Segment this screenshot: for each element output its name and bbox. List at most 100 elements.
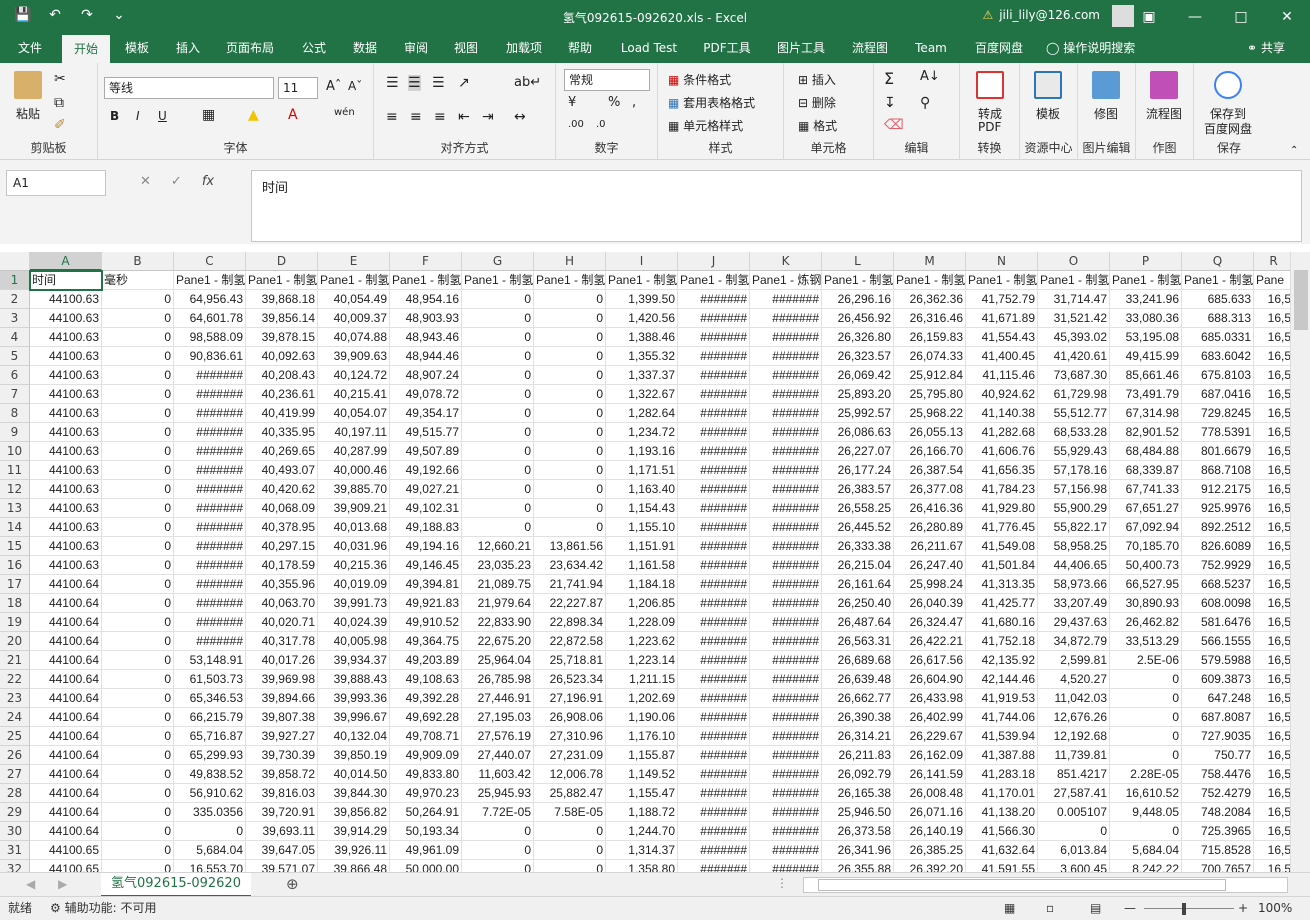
cell-b8[interactable]: 0: [102, 404, 174, 423]
cell-i17[interactable]: 1,184.18: [606, 575, 678, 594]
cell-f10[interactable]: 49,507.89: [390, 442, 462, 461]
cell-f7[interactable]: 49,078.72: [390, 385, 462, 404]
cell-n29[interactable]: 41,138.20: [966, 803, 1038, 822]
cell-l30[interactable]: 26,373.58: [822, 822, 894, 841]
zoom-slider-thumb[interactable]: [1182, 903, 1186, 915]
cell-r30[interactable]: 16,5: [1254, 822, 1290, 841]
cell-k12[interactable]: #######: [750, 480, 822, 499]
cell-b27[interactable]: 0: [102, 765, 174, 784]
cell-p26[interactable]: 0: [1110, 746, 1182, 765]
cell-h32[interactable]: 0: [534, 860, 606, 872]
cell-b28[interactable]: 0: [102, 784, 174, 803]
cell-q5[interactable]: 683.6042: [1182, 347, 1254, 366]
cell-f1[interactable]: Pane1 - 制氢: [390, 271, 462, 290]
cell-a5[interactable]: 44100.63: [30, 347, 102, 366]
cell-a11[interactable]: 44100.63: [30, 461, 102, 480]
cell-r32[interactable]: 16,5: [1254, 860, 1290, 872]
cell-g29[interactable]: 7.72E-05: [462, 803, 534, 822]
cell-r7[interactable]: 16,5: [1254, 385, 1290, 404]
cell-b19[interactable]: 0: [102, 613, 174, 632]
cell-i10[interactable]: 1,193.16: [606, 442, 678, 461]
cell-j24[interactable]: #######: [678, 708, 750, 727]
cell-n15[interactable]: 41,549.08: [966, 537, 1038, 556]
italic-button[interactable]: I: [136, 109, 140, 123]
column-header-e[interactable]: E: [318, 252, 390, 271]
cell-d19[interactable]: 40,020.71: [246, 613, 318, 632]
tab-formulas[interactable]: 公式: [292, 33, 336, 63]
cell-r4[interactable]: 16,5: [1254, 328, 1290, 347]
cell-n11[interactable]: 41,656.35: [966, 461, 1038, 480]
cell-e8[interactable]: 40,054.07: [318, 404, 390, 423]
format-painter-icon[interactable]: ✐: [54, 117, 66, 133]
cell-j10[interactable]: #######: [678, 442, 750, 461]
fill-color-icon[interactable]: ▲: [248, 107, 259, 123]
cell-a26[interactable]: 44100.64: [30, 746, 102, 765]
cell-b2[interactable]: 0: [102, 290, 174, 309]
cell-k23[interactable]: #######: [750, 689, 822, 708]
select-all-corner[interactable]: [0, 252, 30, 271]
row-header[interactable]: 8: [0, 404, 30, 423]
cell-b21[interactable]: 0: [102, 651, 174, 670]
cell-o17[interactable]: 58,973.66: [1038, 575, 1110, 594]
cell-a32[interactable]: 44100.65: [30, 860, 102, 872]
cell-d23[interactable]: 39,894.66: [246, 689, 318, 708]
cell-b22[interactable]: 0: [102, 670, 174, 689]
cell-r20[interactable]: 16,5: [1254, 632, 1290, 651]
cell-j7[interactable]: #######: [678, 385, 750, 404]
row-header[interactable]: 12: [0, 480, 30, 499]
cell-g6[interactable]: 0: [462, 366, 534, 385]
cell-i29[interactable]: 1,188.72: [606, 803, 678, 822]
cell-d30[interactable]: 39,693.11: [246, 822, 318, 841]
cell-b24[interactable]: 0: [102, 708, 174, 727]
cell-r29[interactable]: 16,5: [1254, 803, 1290, 822]
row-header[interactable]: 17: [0, 575, 30, 594]
cell-l29[interactable]: 25,946.50: [822, 803, 894, 822]
tab-page-layout[interactable]: 页面布局: [218, 33, 282, 63]
cell-c18[interactable]: #######: [174, 594, 246, 613]
cell-n17[interactable]: 41,313.35: [966, 575, 1038, 594]
cell-m19[interactable]: 26,324.47: [894, 613, 966, 632]
cell-n23[interactable]: 41,919.53: [966, 689, 1038, 708]
cell-a21[interactable]: 44100.64: [30, 651, 102, 670]
cell-p27[interactable]: 2.28E-05: [1110, 765, 1182, 784]
underline-button[interactable]: U: [158, 109, 167, 123]
cell-p19[interactable]: 26,462.82: [1110, 613, 1182, 632]
cell-n2[interactable]: 41,752.79: [966, 290, 1038, 309]
cell-k8[interactable]: #######: [750, 404, 822, 423]
next-sheet-icon[interactable]: ▶: [58, 877, 67, 891]
flowchart-icon[interactable]: [1150, 71, 1178, 99]
cell-f9[interactable]: 49,515.77: [390, 423, 462, 442]
cell-d31[interactable]: 39,647.05: [246, 841, 318, 860]
cell-e4[interactable]: 40,074.88: [318, 328, 390, 347]
cell-e5[interactable]: 39,909.63: [318, 347, 390, 366]
cell-m16[interactable]: 26,247.40: [894, 556, 966, 575]
cell-m29[interactable]: 26,071.16: [894, 803, 966, 822]
cell-a20[interactable]: 44100.64: [30, 632, 102, 651]
cell-a13[interactable]: 44100.63: [30, 499, 102, 518]
cell-k6[interactable]: #######: [750, 366, 822, 385]
cell-o25[interactable]: 12,192.68: [1038, 727, 1110, 746]
column-header-j[interactable]: J: [678, 252, 750, 271]
cell-m18[interactable]: 26,040.39: [894, 594, 966, 613]
cell-i30[interactable]: 1,244.70: [606, 822, 678, 841]
cell-c26[interactable]: 65,299.93: [174, 746, 246, 765]
decrease-decimal-icon[interactable]: .0: [596, 119, 606, 130]
cell-f20[interactable]: 49,364.75: [390, 632, 462, 651]
cell-n14[interactable]: 41,776.45: [966, 518, 1038, 537]
cell-c13[interactable]: #######: [174, 499, 246, 518]
cell-f31[interactable]: 49,961.09: [390, 841, 462, 860]
cell-d25[interactable]: 39,927.27: [246, 727, 318, 746]
cell-k2[interactable]: #######: [750, 290, 822, 309]
cell-p21[interactable]: 2.5E-06: [1110, 651, 1182, 670]
template-icon[interactable]: [1034, 71, 1062, 99]
cell-m8[interactable]: 25,968.22: [894, 404, 966, 423]
cell-q16[interactable]: 752.9929: [1182, 556, 1254, 575]
cell-c17[interactable]: #######: [174, 575, 246, 594]
cell-q30[interactable]: 725.3965: [1182, 822, 1254, 841]
cell-r9[interactable]: 16,5: [1254, 423, 1290, 442]
cell-o28[interactable]: 27,587.41: [1038, 784, 1110, 803]
cell-h21[interactable]: 25,718.81: [534, 651, 606, 670]
tell-me-search[interactable]: ◯ 操作说明搜索: [1046, 33, 1156, 63]
cell-b6[interactable]: 0: [102, 366, 174, 385]
cell-i22[interactable]: 1,211.15: [606, 670, 678, 689]
